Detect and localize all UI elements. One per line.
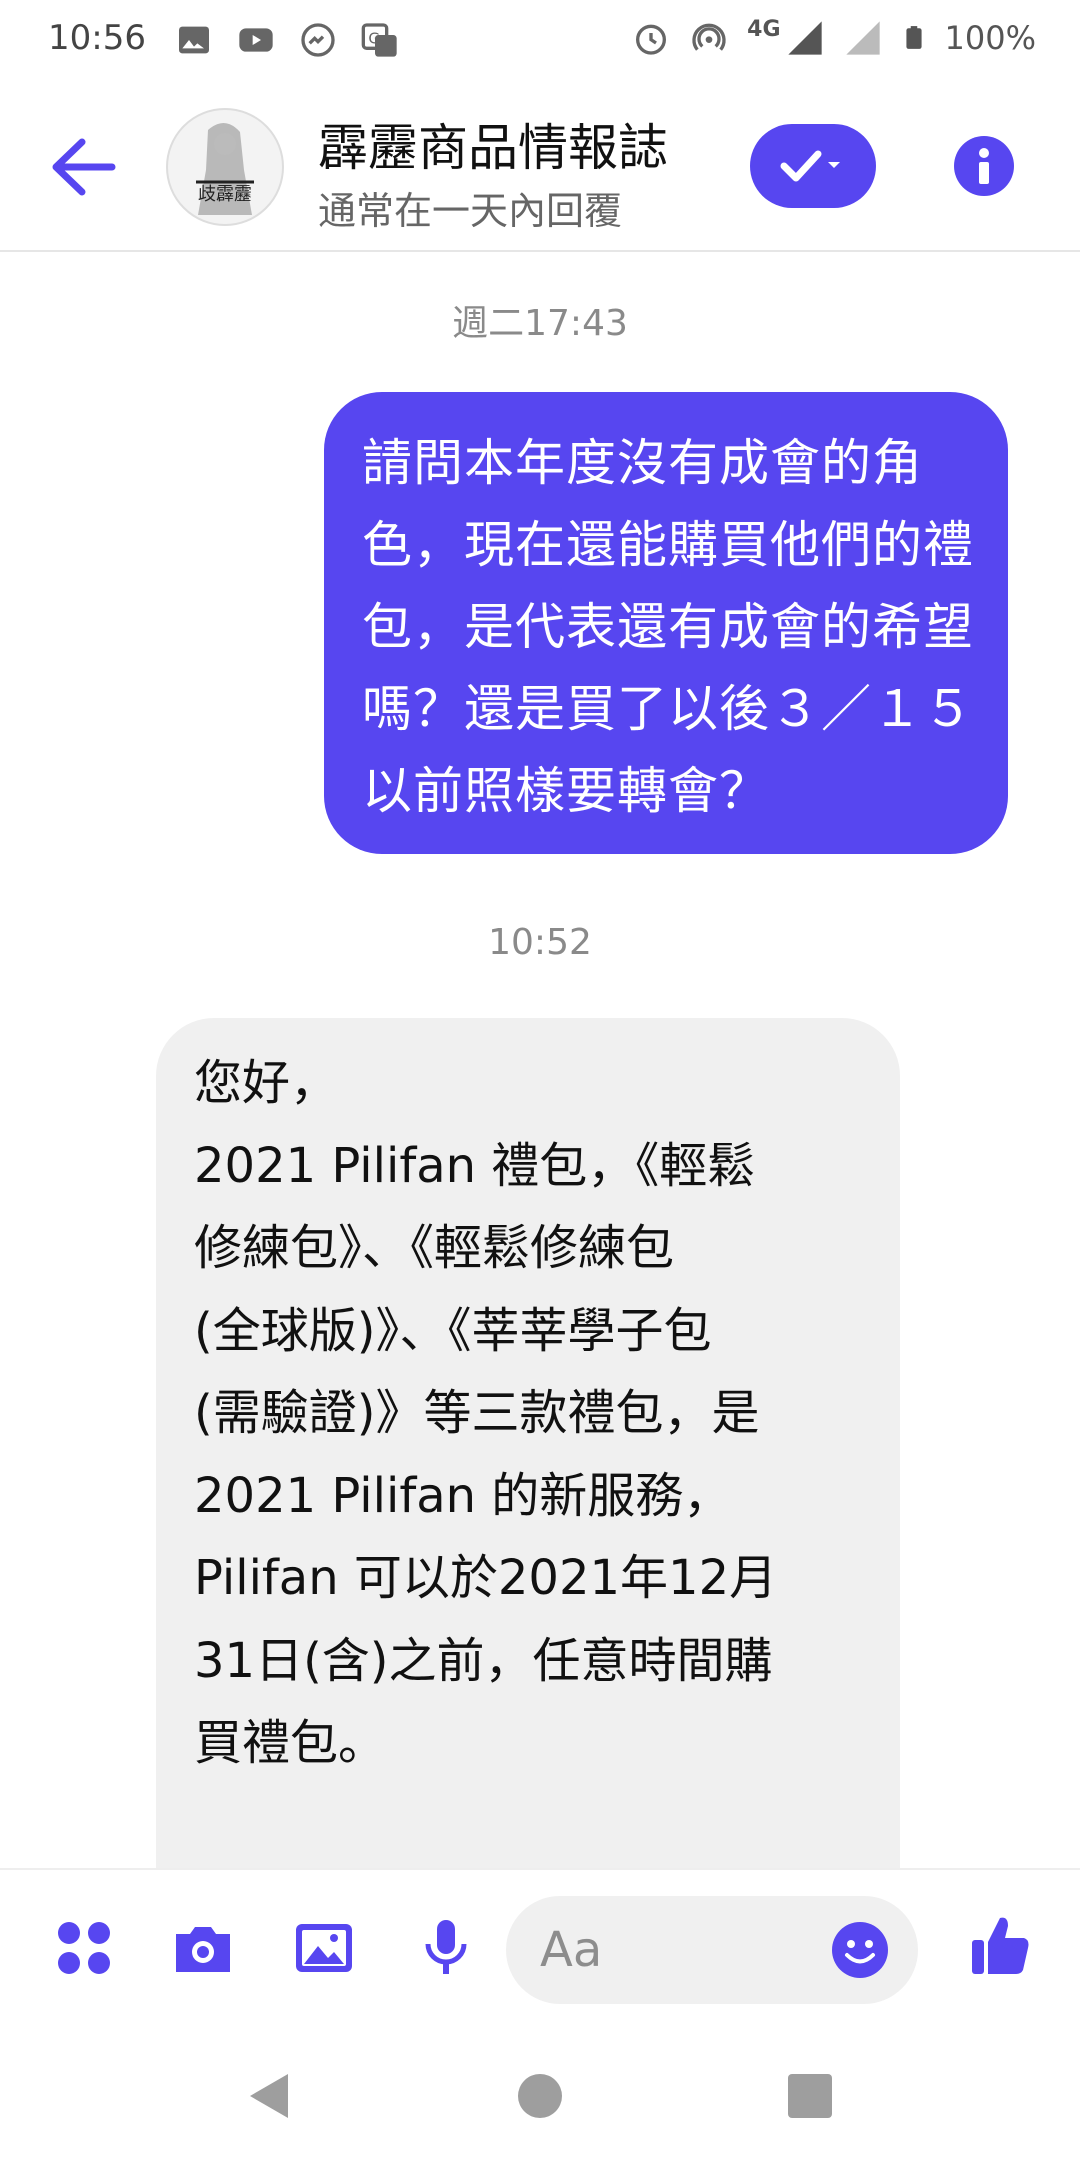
- message-timestamp: 10:52: [488, 922, 592, 963]
- message-composer: Aa: [0, 1868, 1080, 2010]
- status-right: 4G 100%: [631, 16, 1036, 58]
- thumbs-up-icon[interactable]: [968, 1912, 1032, 1978]
- incoming-message-bubble[interactable]: 您好， 2021 Pilifan 禮包，《輕鬆 修練包》、《輕鬆修練包 (全球版…: [156, 1018, 900, 1918]
- messenger-icon: [301, 23, 335, 57]
- message-timestamp: 週二17:43: [452, 303, 628, 344]
- back-arrow-icon[interactable]: [48, 134, 118, 200]
- info-icon: [979, 148, 989, 184]
- svg-text:G: G: [368, 29, 380, 47]
- message-input[interactable]: Aa: [506, 1896, 918, 2004]
- message-input-placeholder: Aa: [540, 1922, 603, 1978]
- camera-icon[interactable]: [170, 1918, 236, 1978]
- outgoing-message-bubble[interactable]: 請問本年度沒有成會的角色，現在還能購買他們的禮包，是代表還有成會的希望嗎？還是買…: [324, 392, 1008, 854]
- gallery-icon[interactable]: [292, 1918, 356, 1978]
- apps-icon[interactable]: [54, 1918, 114, 1978]
- info-button[interactable]: [954, 136, 1014, 196]
- check-icon: [780, 150, 840, 182]
- home-circle-icon[interactable]: [516, 2070, 564, 2122]
- hotspot-icon: [692, 23, 726, 51]
- response-time-subtitle: 通常在一天內回覆: [318, 189, 623, 233]
- back-triangle-icon[interactable]: [244, 2070, 292, 2122]
- image-icon: [179, 26, 209, 54]
- youtube-icon: [239, 28, 273, 52]
- recents-square-icon[interactable]: [786, 2070, 834, 2122]
- page-title: 霹靂商品情報誌: [318, 119, 668, 177]
- chevron-down-icon: [828, 162, 840, 168]
- translate-icon: G: [361, 23, 397, 57]
- notification-icons: G: [174, 20, 400, 60]
- emoji-icon[interactable]: [830, 1920, 890, 1980]
- signal-icon-2: [845, 21, 880, 55]
- battery-icon: [905, 26, 922, 49]
- status-time: 10:56: [48, 18, 146, 58]
- network-type: 4G: [747, 16, 781, 42]
- mark-done-button[interactable]: [750, 124, 876, 208]
- svg-text:歧霹靂: 歧霹靂: [198, 184, 252, 205]
- microphone-icon[interactable]: [416, 1918, 476, 1978]
- battery-percent: 100%: [944, 19, 1036, 57]
- system-navigation-bar: [0, 2008, 1080, 2160]
- avatar-illustration: 歧霹靂: [196, 122, 254, 215]
- signal-icon: [787, 21, 822, 55]
- status-bar: 10:56 G 4G 100%: [0, 0, 1080, 84]
- avatar[interactable]: 歧霹靂: [166, 108, 284, 226]
- alarm-icon: [636, 24, 667, 55]
- conversation-header: 歧霹靂 霹靂商品情報誌 通常在一天內回覆: [0, 84, 1080, 252]
